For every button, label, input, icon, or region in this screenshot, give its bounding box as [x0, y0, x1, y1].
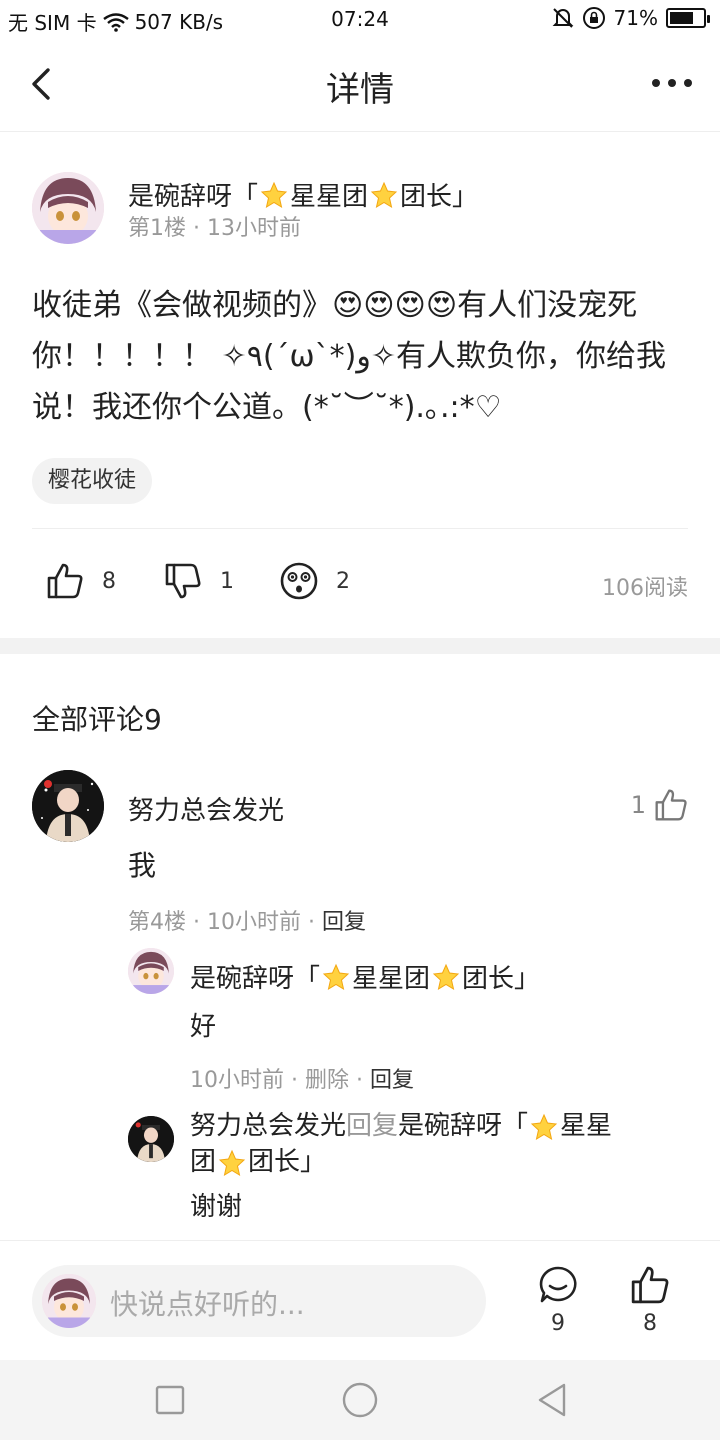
wow-count: 2 — [336, 568, 350, 594]
star-emoji-icon — [370, 181, 398, 208]
star-emoji-icon — [322, 963, 350, 990]
chat-bubble-icon — [539, 1266, 577, 1303]
like-button[interactable]: 8 — [46, 562, 116, 600]
battery-level — [670, 12, 693, 24]
comment-meta: 第4楼 · 10小时前 · 回复 — [128, 910, 366, 935]
comment-input-bar: 快说点好听的... 9 8 — [0, 1240, 720, 1360]
reply-text: 好 — [190, 1012, 217, 1042]
post-actions: 8 1 2 106阅读 — [0, 562, 720, 606]
status-bar: 无 SIM 卡 507 KB/s 07:24 71% — [0, 0, 720, 38]
bottom-like-count: 8 — [643, 1311, 657, 1336]
bell-off-icon — [552, 8, 573, 28]
comment-count-button[interactable]: 9 — [528, 1265, 588, 1336]
recents-square-icon[interactable] — [150, 1380, 190, 1420]
bottom-like-button[interactable]: 8 — [620, 1265, 680, 1336]
input-placeholder: 快说点好听的... — [110, 1288, 305, 1321]
system-nav-bar — [0, 1360, 720, 1440]
reply-target-name[interactable]: 是碗辞呀「 — [398, 1111, 528, 1141]
back-triangle-icon[interactable] — [532, 1380, 572, 1420]
star-emoji-icon — [260, 181, 288, 208]
reply-avatar[interactable] — [128, 948, 174, 994]
rotation-lock-icon — [582, 7, 605, 29]
more-dots-icon[interactable] — [650, 68, 694, 98]
star-emoji-icon — [432, 963, 460, 990]
comment-count: 9 — [551, 1311, 565, 1336]
reply-author-name[interactable]: 努力总会发光 — [190, 1111, 346, 1141]
thumbs-up-icon — [655, 789, 687, 821]
reply-author-line: 努力总会发光回复是碗辞呀「 星星团团长」 — [190, 1111, 613, 1177]
post-card: 是碗辞呀「 星星团 团长」 第1楼 · 13小时前 收徒弟《会做视频的》😍😍😍😍… — [0, 132, 720, 638]
page-title: 详情 — [326, 70, 394, 110]
comment-like-button[interactable]: 1 — [631, 788, 688, 822]
divider — [32, 528, 688, 529]
comment-text: 我 — [128, 849, 157, 882]
topic-tag[interactable]: 樱花收徒 — [32, 458, 153, 504]
reply-avatar[interactable] — [128, 1116, 174, 1162]
star-emoji-icon — [530, 1113, 558, 1140]
thumbs-down-icon — [165, 563, 201, 599]
comment-input[interactable]: 快说点好听的... — [32, 1265, 486, 1337]
reply-button[interactable]: 回复 — [370, 1068, 414, 1093]
comment-author-name[interactable]: 努力总会发光 — [128, 790, 284, 827]
reply-author-name[interactable]: 是碗辞呀「 星星团 团长」 — [190, 958, 540, 995]
my-avatar — [42, 1274, 96, 1328]
post-meta: 第1楼 · 13小时前 — [128, 216, 301, 241]
read-count: 106阅读 — [602, 576, 688, 601]
delete-button[interactable]: 删除 — [305, 1068, 349, 1093]
top-nav-bar: 详情 — [0, 38, 720, 132]
surprised-face-icon — [280, 562, 318, 600]
thumbs-up-icon — [631, 1266, 669, 1304]
like-count: 8 — [102, 568, 116, 594]
dislike-count: 1 — [220, 568, 234, 594]
home-circle-icon[interactable] — [340, 1380, 380, 1420]
author-avatar[interactable] — [32, 172, 104, 244]
comments-header: 全部评论9 — [32, 703, 162, 736]
battery-icon — [666, 8, 710, 28]
reply-meta: 10小时前 · 删除 · 回复 — [190, 1068, 414, 1093]
post-author-name[interactable]: 是碗辞呀「 星星团 团长」 — [128, 176, 478, 213]
commenter-avatar[interactable] — [32, 770, 104, 842]
battery-percent: 71% — [613, 6, 658, 30]
comment-reply-button[interactable]: 回复 — [322, 910, 366, 935]
section-divider — [0, 638, 720, 654]
wow-button[interactable]: 2 — [280, 562, 350, 600]
reply-text: 谢谢 — [190, 1192, 243, 1222]
comment-like-count: 1 — [630, 791, 646, 819]
post-body: 收徒弟《会做视频的》😍😍😍😍有人们没宠死你！！！！！ ✧٩(ˊωˋ*)و✧有人欺… — [32, 288, 666, 425]
star-emoji-icon — [218, 1149, 246, 1176]
dislike-button[interactable]: 1 — [164, 562, 234, 600]
thumbs-up-icon — [47, 563, 83, 599]
